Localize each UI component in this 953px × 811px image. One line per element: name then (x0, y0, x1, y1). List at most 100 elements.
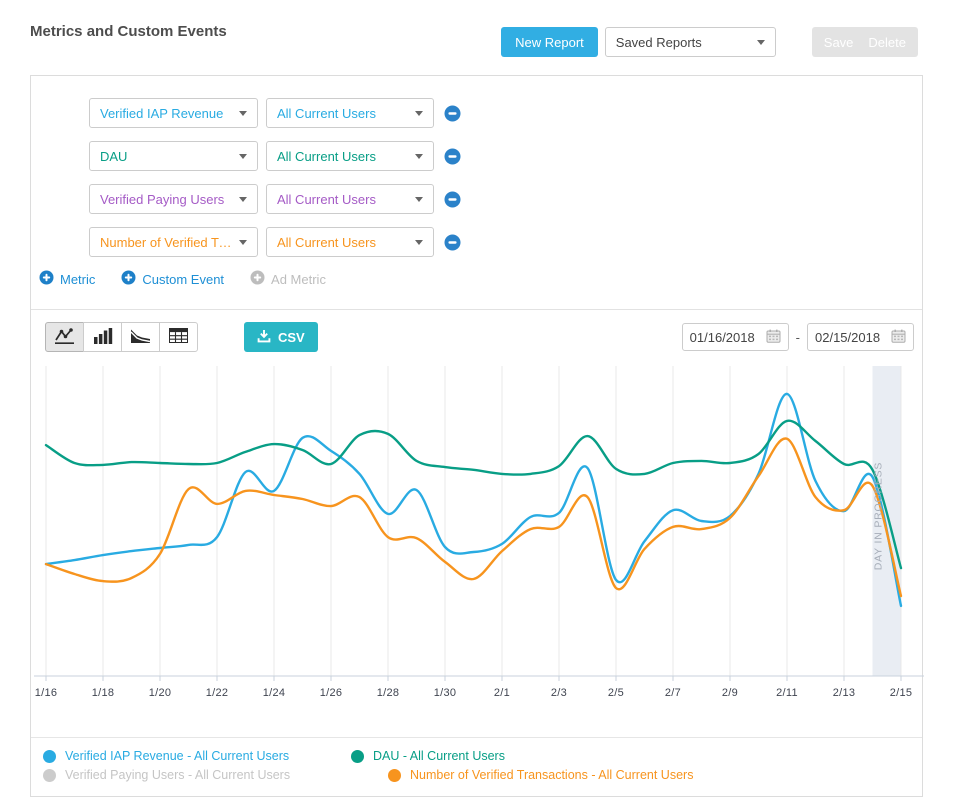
legend-item[interactable]: DAU - All Current Users (351, 749, 591, 763)
page-title: Metrics and Custom Events (30, 23, 227, 40)
metrics-line-chart: 1/16 1/18 1/20 1/22 1/24 1/26 1/28 1/30 2/1 2/3 2/… (34, 366, 924, 704)
segment-select-value: All Current Users (277, 192, 376, 207)
metric-row: Verified IAP Revenue All Current Users (89, 97, 912, 129)
metric-select[interactable]: DAU (89, 141, 258, 171)
csv-download-button[interactable]: CSV (244, 322, 318, 352)
plus-circle-icon (39, 270, 54, 288)
add-buttons-row: Metric Custom Event Ad Metric (39, 269, 912, 289)
x-axis-label: 1/16 (35, 687, 58, 699)
legend-dot-icon (388, 769, 401, 782)
day-in-progress-label: DAY IN PROGRESS (873, 462, 885, 570)
x-axis-label: 1/18 (92, 687, 115, 699)
bar-chart-icon (93, 327, 113, 347)
topbar-controls: New Report Saved Reports Save Delete (501, 27, 918, 57)
chevron-down-icon (415, 240, 423, 245)
legend-label: Verified Paying Users - All Current User… (65, 768, 290, 782)
remove-metric-icon[interactable] (444, 105, 461, 122)
add-button-label: Custom Event (142, 272, 224, 287)
remove-metric-icon[interactable] (444, 148, 461, 165)
save-delete-group: Save Delete (812, 27, 918, 57)
add-custom-event-button[interactable]: Custom Event (121, 270, 224, 288)
chart-toolbar: CSV 01/16/2018 - 02/15/2018 (31, 310, 922, 364)
x-axis-label: 2/7 (665, 687, 681, 699)
end-date-value: 02/15/2018 (815, 330, 880, 345)
metric-row: DAU All Current Users (89, 140, 912, 172)
chart-type-area-button[interactable] (121, 322, 160, 352)
x-axis-label: 2/13 (833, 687, 856, 699)
metric-select[interactable]: Verified IAP Revenue (89, 98, 258, 128)
legend-label: Verified IAP Revenue - All Current Users (65, 749, 289, 763)
chevron-down-icon (239, 197, 247, 202)
legend-label: DAU - All Current Users (373, 749, 505, 763)
metric-select-value: Verified Paying Users (100, 192, 224, 207)
x-axis-label: 2/15 (890, 687, 913, 699)
calendar-icon[interactable] (766, 329, 781, 346)
legend-dot-icon (43, 769, 56, 782)
chart-type-line-button[interactable] (45, 322, 84, 352)
chevron-down-icon (757, 40, 765, 45)
report-card: Verified IAP RevenueAll Current UsersDAU… (30, 75, 923, 797)
legend-item[interactable]: Verified Paying Users - All Current User… (43, 768, 388, 782)
x-axis-label: 2/5 (608, 687, 624, 699)
add-ad-metric-button: Ad Metric (250, 270, 326, 288)
legend-label: Number of Verified Transactions - All Cu… (410, 768, 693, 782)
chart-legend: Verified IAP Revenue - All Current Users… (31, 738, 922, 796)
x-axis-label: 1/22 (206, 687, 229, 699)
date-range: 01/16/2018 - 02/15/2018 (682, 323, 914, 351)
chevron-down-icon (239, 240, 247, 245)
chevron-down-icon (239, 111, 247, 116)
legend-dot-icon (43, 750, 56, 763)
legend-item[interactable]: Number of Verified Transactions - All Cu… (388, 768, 693, 782)
start-date-value: 01/16/2018 (690, 330, 755, 345)
x-axis-label: 1/28 (377, 687, 400, 699)
saved-reports-select[interactable]: Saved Reports (605, 27, 776, 57)
table-chart-icon (169, 328, 188, 346)
legend-item[interactable]: Verified IAP Revenue - All Current Users (43, 749, 351, 763)
x-axis-label: 1/20 (149, 687, 172, 699)
end-date-input[interactable]: 02/15/2018 (807, 323, 914, 351)
x-axis-label: 2/3 (551, 687, 567, 699)
new-report-button[interactable]: New Report (501, 27, 598, 57)
add-metric-button[interactable]: Metric (39, 270, 95, 288)
topbar: Metrics and Custom Events New Report Sav… (0, 0, 953, 75)
line-chart-icon (53, 327, 76, 348)
remove-metric-icon[interactable] (444, 191, 461, 208)
plus-circle-icon (250, 270, 265, 288)
x-axis-label: 2/9 (722, 687, 738, 699)
calendar-icon[interactable] (891, 329, 906, 346)
x-axis-label: 1/24 (263, 687, 286, 699)
metric-select[interactable]: Number of Verified Trans... (89, 227, 258, 257)
segment-select[interactable]: All Current Users (266, 227, 434, 257)
x-axis-label: 1/26 (320, 687, 343, 699)
segment-select-value: All Current Users (277, 149, 376, 164)
metric-select[interactable]: Verified Paying Users (89, 184, 258, 214)
metrics-config-section: Verified IAP RevenueAll Current UsersDAU… (31, 76, 922, 309)
add-button-label: Ad Metric (271, 272, 326, 287)
segment-select[interactable]: All Current Users (266, 141, 434, 171)
metric-rows: Verified IAP RevenueAll Current UsersDAU… (39, 97, 912, 258)
area-chart-icon (130, 328, 151, 347)
legend-dot-icon (351, 750, 364, 763)
date-separator: - (796, 330, 800, 345)
metric-select-value: DAU (100, 149, 127, 164)
remove-metric-icon[interactable] (444, 234, 461, 251)
segment-select-value: All Current Users (277, 235, 376, 250)
saved-reports-label: Saved Reports (616, 35, 702, 50)
plus-circle-icon (121, 270, 136, 288)
series-line (46, 394, 901, 606)
segment-select[interactable]: All Current Users (266, 98, 434, 128)
x-axis-label: 1/30 (434, 687, 457, 699)
chevron-down-icon (415, 197, 423, 202)
chevron-down-icon (415, 154, 423, 159)
chart-area: 1/16 1/18 1/20 1/22 1/24 1/26 1/28 1/30 2/1 2/3 2/… (31, 364, 922, 709)
chevron-down-icon (415, 111, 423, 116)
metric-row: Number of Verified Trans... All Current U… (89, 226, 912, 258)
chart-type-group (45, 322, 198, 352)
x-axis-label: 2/1 (494, 687, 510, 699)
chevron-down-icon (239, 154, 247, 159)
start-date-input[interactable]: 01/16/2018 (682, 323, 789, 351)
segment-select[interactable]: All Current Users (266, 184, 434, 214)
metric-select-value: Number of Verified Trans... (100, 235, 233, 250)
chart-type-table-button[interactable] (159, 322, 198, 352)
chart-type-bar-button[interactable] (83, 322, 122, 352)
